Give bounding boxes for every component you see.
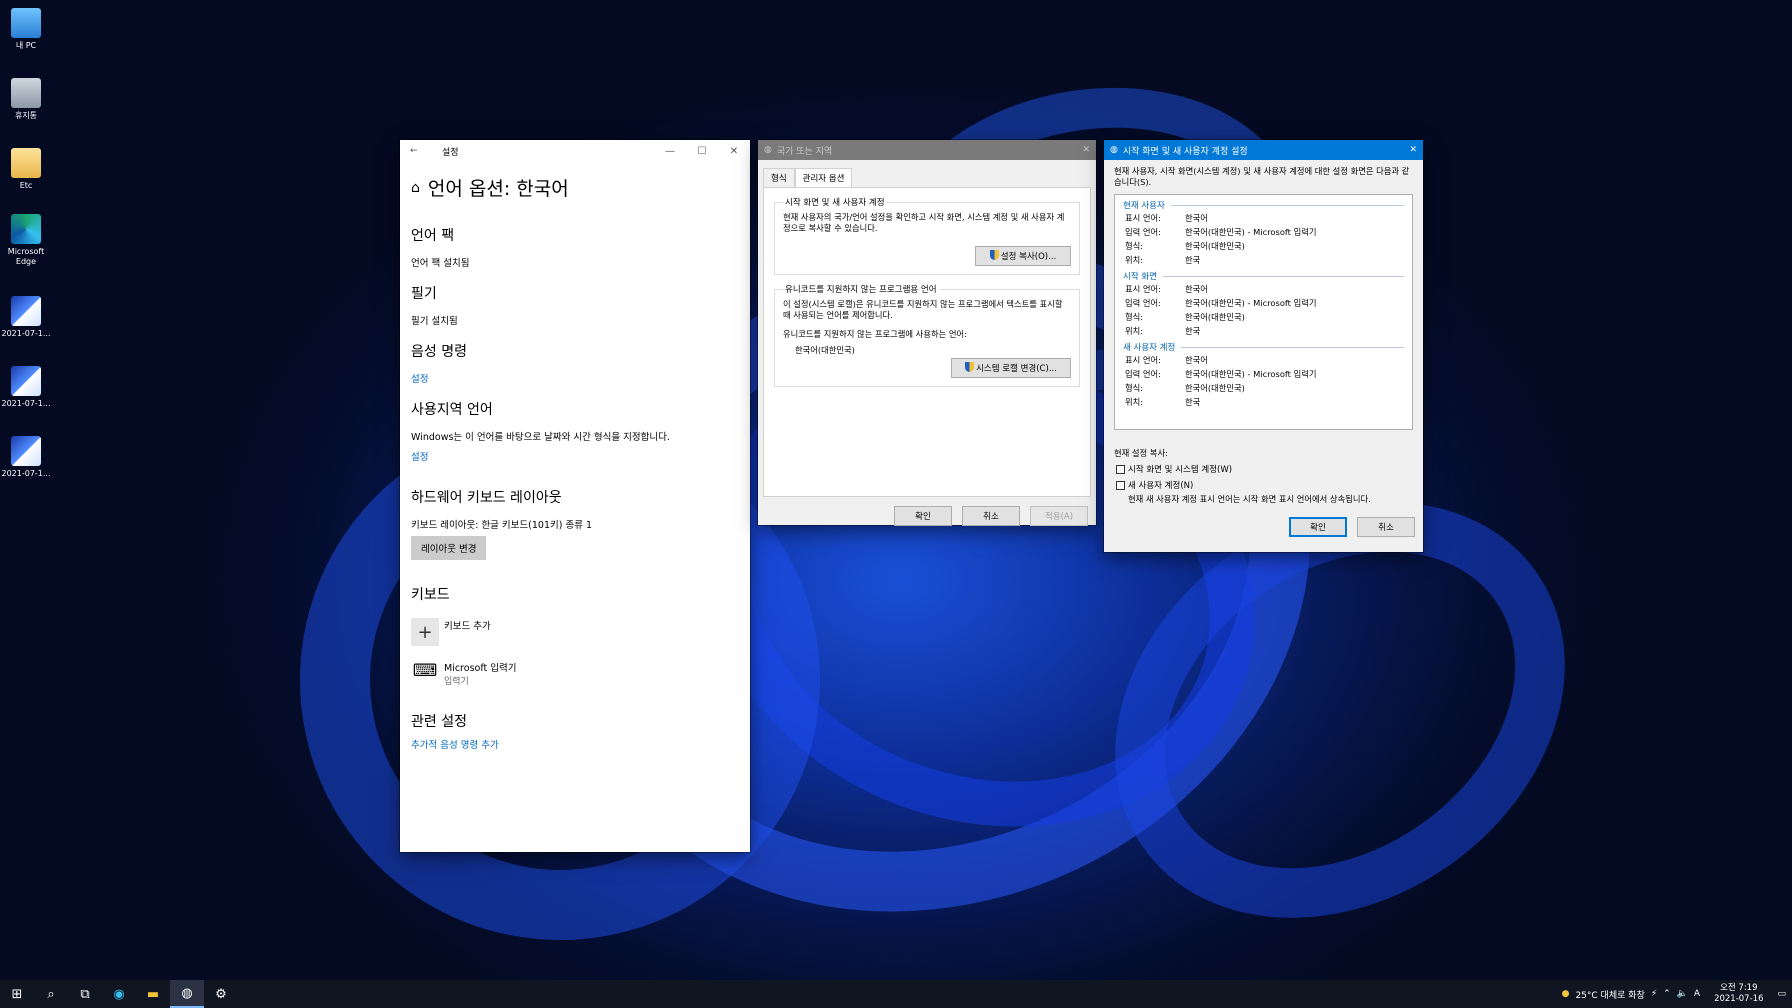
- search-icon[interactable]: ⌕: [34, 980, 68, 1008]
- desktop-icon-etc[interactable]: Etc: [0, 148, 52, 191]
- settings-window-title: 설정: [442, 147, 459, 158]
- network-icon[interactable]: ⚡: [1651, 989, 1657, 999]
- regional-heading: 사용지역 언어: [411, 402, 493, 418]
- change-system-locale-button[interactable]: 시스템 로캘 변경(C)...: [951, 358, 1071, 378]
- inherit-note: 현재 새 사용자 계정 표시 언어는 시작 화면 표시 언어에서 상속됩니다.: [1128, 494, 1371, 504]
- welcome-settings-window: ◍ 시작 화면 및 새 사용자 계정 설정 ✕ 현재 사용자, 시작 화면(시스…: [1104, 140, 1423, 552]
- region-taskbar-icon[interactable]: ◍: [170, 980, 204, 1008]
- desktop-icon-file-3[interactable]: 2021-07-1...: [0, 436, 52, 479]
- pc-icon: [11, 8, 41, 38]
- system-tray: ● 25°C 대체로 화창 ⚡ ⌃ 🔈 A 오전 7:19 2021-07-16…: [1562, 983, 1792, 1005]
- recycle-bin-icon: [11, 78, 41, 108]
- speech-settings-link[interactable]: 설정: [411, 371, 739, 385]
- keyboard-icon: ⌨: [412, 661, 438, 681]
- chevron-up-icon[interactable]: ⌃: [1663, 989, 1671, 999]
- welcome-screen-group: 시작 화면 및 새 사용자 계정 현재 사용자의 국가/언어 설정을 확인하고 …: [774, 196, 1080, 275]
- settings-summary-list[interactable]: 현재 사용자 표시 언어: 한국어 입력 언어: 한국어(대한민국) - Micro…: [1114, 194, 1413, 430]
- checkbox-welcome-screen[interactable]: 시작 화면 및 시스템 계정(W): [1104, 463, 1423, 475]
- tab-format[interactable]: 형식: [763, 168, 795, 187]
- ok-button[interactable]: 확인: [894, 506, 952, 526]
- system-locale-value: 한국어(대한민국): [795, 345, 855, 355]
- edge-taskbar-icon[interactable]: ◉: [102, 980, 136, 1008]
- notification-icon[interactable]: ▭: [1777, 989, 1786, 999]
- ime-indicator[interactable]: A: [1694, 989, 1700, 999]
- checkbox-icon: [1116, 480, 1125, 490]
- page-title: ⌂ 언어 옵션: 한국어: [411, 178, 569, 200]
- shield-icon: [989, 250, 999, 260]
- cancel-button[interactable]: 취소: [1357, 517, 1415, 537]
- keyboard-layout-line: 키보드 레이아웃: 한글 키보드(101키) 종류 1: [411, 520, 593, 531]
- desktop-icon-recycle-bin[interactable]: 휴지통: [0, 78, 52, 121]
- non-unicode-group: 유니코드를 지원하지 않는 프로그램용 언어 이 설정(시스템 로캘)은 유니코…: [774, 283, 1080, 387]
- weather-icon: ●: [1561, 989, 1570, 999]
- section-current-user: 현재 사용자: [1123, 199, 1404, 211]
- back-arrow-icon[interactable]: ←: [410, 146, 430, 156]
- minimize-icon[interactable]: —: [654, 146, 686, 157]
- settings-titlebar: ← 설정 — ☐ ✕: [400, 140, 750, 162]
- welcome-titlebar: ◍ 시작 화면 및 새 사용자 계정 설정 ✕: [1104, 140, 1423, 160]
- close-icon[interactable]: ✕: [718, 146, 750, 157]
- edge-icon: [11, 214, 41, 244]
- folder-icon: [11, 148, 41, 178]
- keyboard-item-microsoft-ime[interactable]: ⌨ Microsoft 입력기 입력기: [411, 660, 739, 687]
- globe-icon: ◍: [764, 145, 772, 155]
- desktop-icon-this-pc[interactable]: 내 PC: [0, 8, 52, 51]
- clock[interactable]: 오전 7:19 2021-07-16: [1714, 983, 1763, 1005]
- speech-heading: 음성 명령: [411, 344, 467, 360]
- close-icon[interactable]: ✕: [1409, 145, 1417, 155]
- desktop-icon-edge[interactable]: Microsoft Edge: [0, 214, 52, 267]
- add-keyboard-button[interactable]: + 키보드 추가: [411, 618, 739, 646]
- image-file-icon: [11, 296, 41, 326]
- keyboards-heading: 키보드: [411, 587, 450, 603]
- settings-gear-icon[interactable]: ⚙: [204, 980, 238, 1008]
- welcome-intro: 현재 사용자, 시작 화면(시스템 계정) 및 새 사용자 계정에 대한 설정 …: [1114, 166, 1410, 187]
- add-voice-commands-link[interactable]: 추가적 음성 명령 추가: [411, 737, 739, 751]
- weather-text[interactable]: 25°C 대체로 화창: [1575, 988, 1644, 1001]
- tab-administrative[interactable]: 관리자 옵션: [794, 168, 853, 187]
- related-settings-heading: 관련 설정: [411, 714, 467, 730]
- plus-icon: +: [411, 618, 439, 646]
- desktop-icon-file-1[interactable]: 2021-07-1...: [0, 296, 52, 339]
- regional-description: Windows는 이 언어를 바탕으로 날짜와 시간 형식을 지정합니다.: [411, 432, 670, 443]
- handwriting-status: 필기 설치됨: [411, 316, 458, 327]
- task-view-icon[interactable]: ⧉: [68, 980, 102, 1008]
- region-titlebar: ◍ 국가 또는 지역 ✕: [758, 140, 1096, 160]
- region-window: ◍ 국가 또는 지역 ✕ 형식 관리자 옵션 시작 화면 및 새 사용자 계정 …: [758, 140, 1096, 526]
- change-layout-button[interactable]: 레이아웃 변경: [411, 536, 487, 560]
- shield-icon: [965, 362, 975, 372]
- cancel-button[interactable]: 취소: [962, 506, 1020, 526]
- language-pack-status: 언어 팩 설치됨: [411, 258, 470, 269]
- copy-settings-button[interactable]: 설정 복사(O)...: [975, 246, 1071, 266]
- globe-icon: ◍: [1110, 145, 1118, 155]
- section-new-user: 새 사용자 계정: [1123, 341, 1404, 353]
- handwriting-heading: 필기: [411, 286, 437, 302]
- language-pack-heading: 언어 팩: [411, 228, 455, 244]
- maximize-icon[interactable]: ☐: [686, 146, 718, 157]
- checkbox-icon: [1116, 464, 1125, 474]
- administrative-tab-panel: 시작 화면 및 새 사용자 계정 현재 사용자의 국가/언어 설정을 확인하고 …: [763, 187, 1091, 497]
- taskbar: ⊞ ⌕ ⧉ ◉ ▬ ◍ ⚙ ● 25°C 대체로 화창 ⚡ ⌃ 🔈 A 오전 7…: [0, 980, 1792, 1008]
- ok-button[interactable]: 확인: [1289, 517, 1347, 537]
- checkbox-new-user[interactable]: 새 사용자 계정(N): [1104, 479, 1423, 491]
- desktop-icon-file-2[interactable]: 2021-07-1...: [0, 366, 52, 409]
- regional-settings-link[interactable]: 설정: [411, 449, 739, 463]
- close-icon[interactable]: ✕: [1082, 145, 1090, 155]
- copy-settings-label: 현재 설정 복사:: [1114, 448, 1168, 458]
- section-welcome-screen: 시작 화면: [1123, 270, 1404, 282]
- speaker-icon[interactable]: 🔈: [1677, 989, 1688, 999]
- image-file-icon: [11, 366, 41, 396]
- home-icon: ⌂: [411, 179, 420, 196]
- image-file-icon: [11, 436, 41, 466]
- apply-button[interactable]: 적용(A): [1030, 506, 1088, 526]
- hardware-keyboard-heading: 하드웨어 키보드 레이아웃: [411, 490, 562, 506]
- settings-window: ← 설정 — ☐ ✕ ⌂ 언어 옵션: 한국어 언어 팩 언어 팩 설치됨 필기…: [400, 140, 750, 852]
- start-icon[interactable]: ⊞: [0, 980, 34, 1008]
- file-explorer-icon[interactable]: ▬: [136, 980, 170, 1008]
